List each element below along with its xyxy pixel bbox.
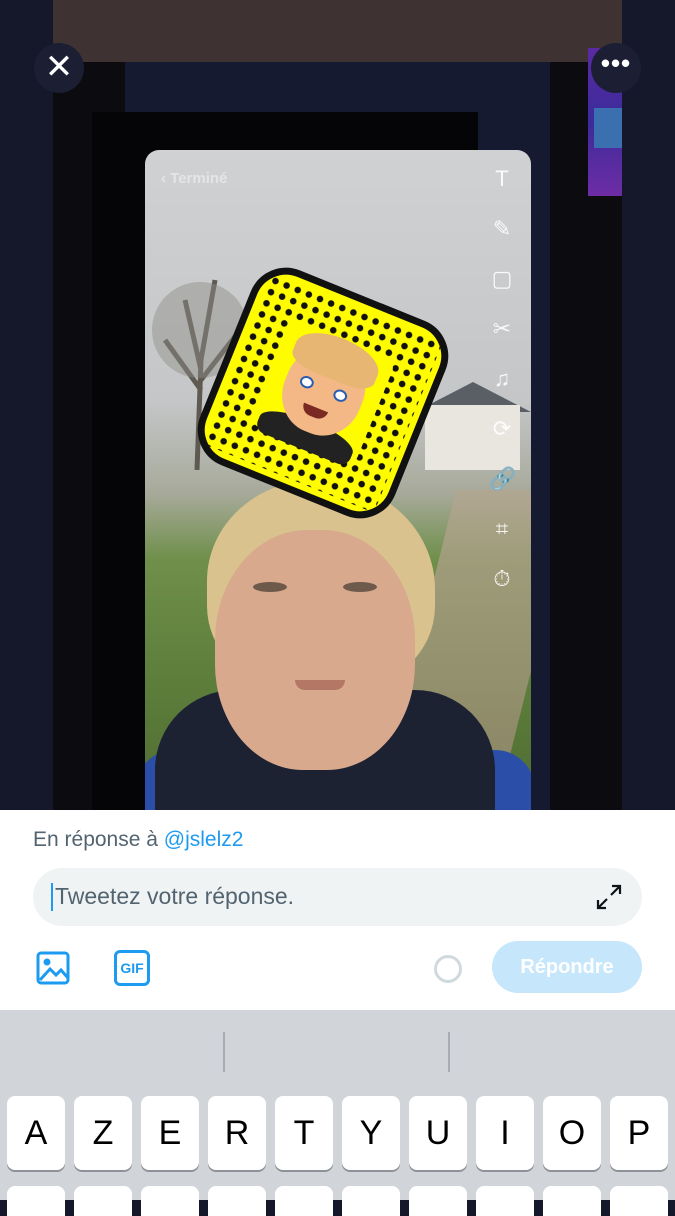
more-icon: ••• bbox=[600, 48, 632, 78]
tweet-input[interactable]: Tweetez votre réponse. bbox=[33, 868, 642, 926]
link-tool-icon: 🔗 bbox=[489, 466, 517, 491]
gif-icon[interactable]: GIF bbox=[114, 950, 150, 986]
person-eye-left bbox=[253, 582, 287, 592]
suggestion-divider bbox=[223, 1032, 225, 1072]
sticker-tool-icon: ▢ bbox=[491, 266, 513, 291]
key-i[interactable]: I bbox=[476, 1096, 534, 1170]
key-y[interactable]: Y bbox=[342, 1096, 400, 1170]
key-r[interactable]: R bbox=[208, 1096, 266, 1170]
person-eye-right bbox=[343, 582, 377, 592]
reply-handle-link[interactable]: @jslelz2 bbox=[164, 828, 244, 851]
reply-composer: En réponse à @jslelz2 Tweetez votre répo… bbox=[0, 810, 675, 1010]
music-tool-icon: ♫ bbox=[493, 366, 511, 391]
key-j[interactable] bbox=[409, 1186, 467, 1216]
on-screen-keyboard: A Z E R T Y U I O P bbox=[0, 1010, 675, 1216]
key-e[interactable]: E bbox=[141, 1096, 199, 1170]
close-button[interactable]: ✕ bbox=[34, 43, 84, 93]
character-counter bbox=[434, 955, 462, 983]
more-options-button[interactable]: ••• bbox=[591, 43, 641, 93]
key-s[interactable] bbox=[74, 1186, 132, 1216]
key-z[interactable]: Z bbox=[74, 1096, 132, 1170]
key-o[interactable]: O bbox=[543, 1096, 601, 1170]
pencil-tool-icon: ✎ bbox=[492, 216, 512, 241]
image-top-strip bbox=[53, 0, 622, 62]
keyboard-suggestion-bar bbox=[0, 1010, 675, 1090]
thumbnail-content bbox=[594, 108, 622, 148]
crop-tool-icon: ⌗ bbox=[495, 516, 509, 541]
media-viewer: ‹ Terminé T ✎ ▢ ✂ ♫ ⟳ 🔗 ⌗ ⏱ ✕ ••• bbox=[0, 0, 675, 810]
person-mouth bbox=[295, 680, 345, 690]
key-m[interactable] bbox=[610, 1186, 668, 1216]
key-d[interactable] bbox=[141, 1186, 199, 1216]
lens-tool-icon: ⟳ bbox=[492, 416, 512, 441]
key-a[interactable]: A bbox=[7, 1096, 65, 1170]
key-t[interactable]: T bbox=[275, 1096, 333, 1170]
expand-icon[interactable] bbox=[594, 882, 624, 912]
text-tool-icon: T bbox=[495, 166, 509, 191]
key-g[interactable] bbox=[275, 1186, 333, 1216]
key-q[interactable] bbox=[7, 1186, 65, 1216]
tweet-input-placeholder: Tweetez votre réponse. bbox=[55, 883, 295, 909]
scissors-tool-icon: ✂ bbox=[492, 316, 512, 341]
key-h[interactable] bbox=[342, 1186, 400, 1216]
text-caret bbox=[51, 883, 53, 911]
suggestion-divider bbox=[448, 1032, 450, 1072]
person-face bbox=[215, 530, 415, 770]
reply-submit-button[interactable]: Répondre bbox=[492, 941, 642, 993]
reply-prefix: En réponse à bbox=[33, 828, 164, 851]
timer-tool-icon: ⏱ bbox=[493, 566, 511, 591]
reply-context: En réponse à @jslelz2 bbox=[33, 828, 243, 852]
key-l[interactable] bbox=[543, 1186, 601, 1216]
close-icon: ✕ bbox=[44, 48, 74, 86]
key-k[interactable] bbox=[476, 1186, 534, 1216]
key-u[interactable]: U bbox=[409, 1096, 467, 1170]
key-f[interactable] bbox=[208, 1186, 266, 1216]
image-icon[interactable] bbox=[35, 950, 71, 986]
key-p[interactable]: P bbox=[610, 1096, 668, 1170]
snap-back-link: ‹ Terminé bbox=[161, 170, 228, 187]
